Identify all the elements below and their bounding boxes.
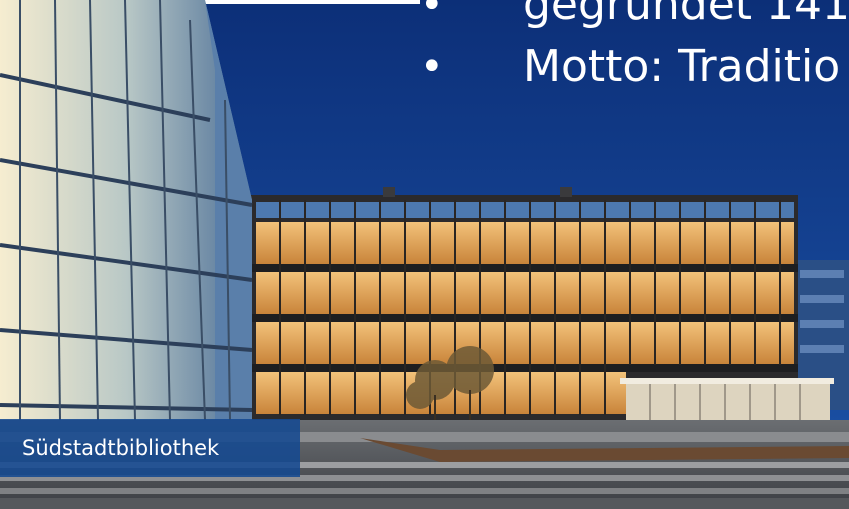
bullet-text: Motto: Traditio <box>523 41 841 92</box>
bullet-item: • gegründet 1419 <box>420 0 849 30</box>
bullet-marker: • <box>420 44 444 90</box>
slide: • gegründet 1419 • Motto: Traditio Südst… <box>0 0 849 509</box>
bullet-text: gegründet 1419 <box>523 0 849 30</box>
caption-box: Südstadtbibliothek <box>0 419 300 477</box>
bullet-marker: • <box>420 0 444 28</box>
bullet-item: • Motto: Traditio <box>420 42 849 92</box>
caption-text: Südstadtbibliothek <box>22 436 220 460</box>
bullet-list: • gegründet 1419 • Motto: Traditio <box>420 0 849 95</box>
